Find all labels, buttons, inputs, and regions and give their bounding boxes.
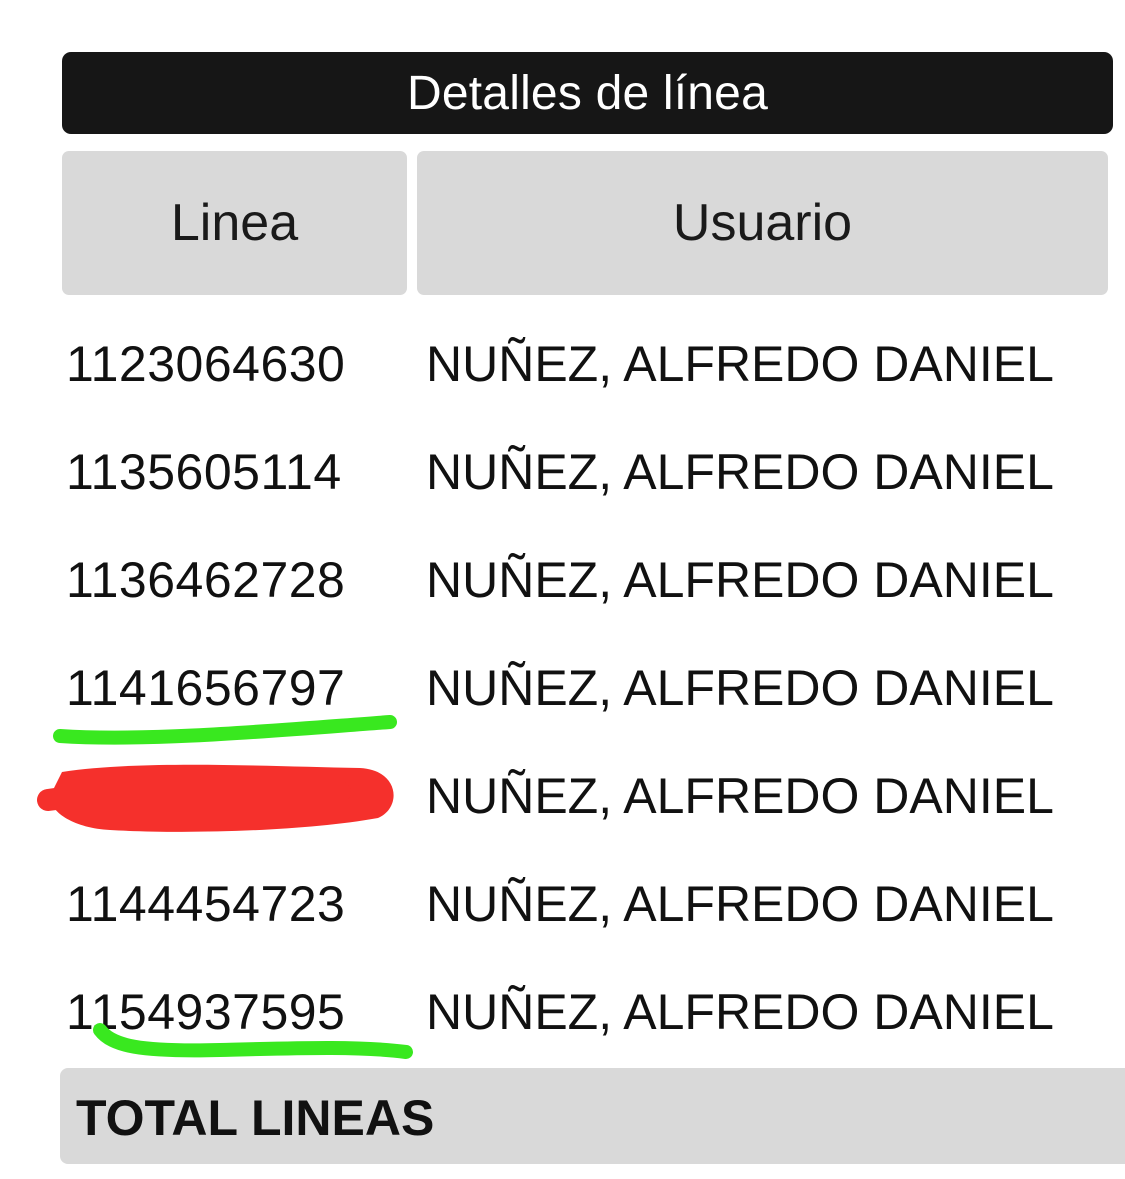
table-row[interactable]: 1123064630 NUÑEZ, ALFREDO DANIEL: [0, 310, 1125, 418]
lines-table-body: 1123064630 NUÑEZ, ALFREDO DANIEL 1135605…: [0, 310, 1125, 1066]
table-row[interactable]: 1141656797 NUÑEZ, ALFREDO DANIEL: [0, 634, 1125, 742]
user-name: NUÑEZ, ALFREDO DANIEL: [426, 660, 1054, 716]
table-row[interactable]: 1135605114 NUÑEZ, ALFREDO DANIEL: [0, 418, 1125, 526]
table-row[interactable]: 1144454723 NUÑEZ, ALFREDO DANIEL: [0, 850, 1125, 958]
column-header-usuario-label: Usuario: [672, 194, 853, 252]
user-name: NUÑEZ, ALFREDO DANIEL: [426, 444, 1054, 500]
table-row[interactable]: 1154937595 NUÑEZ, ALFREDO DANIEL: [0, 958, 1125, 1066]
user-name: NUÑEZ, ALFREDO DANIEL: [426, 336, 1054, 392]
line-number: 1141656797: [66, 660, 346, 716]
column-header-linea[interactable]: Linea: [62, 151, 407, 295]
line-number: 1144454723: [66, 876, 346, 932]
user-name: NUÑEZ, ALFREDO DANIEL: [426, 768, 1054, 824]
line-number: 1123064630: [66, 336, 346, 392]
line-number: 1135605114: [66, 444, 342, 500]
user-name: NUÑEZ, ALFREDO DANIEL: [426, 876, 1054, 932]
table-row[interactable]: 1136462728 NUÑEZ, ALFREDO DANIEL: [0, 526, 1125, 634]
line-number: 1136462728: [66, 552, 346, 608]
column-header-linea-label: Linea: [170, 194, 299, 252]
section-title: Detalles de línea: [62, 52, 1113, 134]
total-lines-label: TOTAL LINEAS: [76, 1090, 435, 1146]
table-row[interactable]: NUÑEZ, ALFREDO DANIEL: [0, 742, 1125, 850]
user-name: NUÑEZ, ALFREDO DANIEL: [426, 552, 1054, 608]
line-number: 1154937595: [66, 984, 346, 1040]
user-name: NUÑEZ, ALFREDO DANIEL: [426, 984, 1054, 1040]
total-lines-bar: TOTAL LINEAS: [60, 1068, 1125, 1164]
column-header-usuario[interactable]: Usuario: [417, 151, 1108, 295]
section-title-text: Detalles de línea: [407, 66, 768, 120]
